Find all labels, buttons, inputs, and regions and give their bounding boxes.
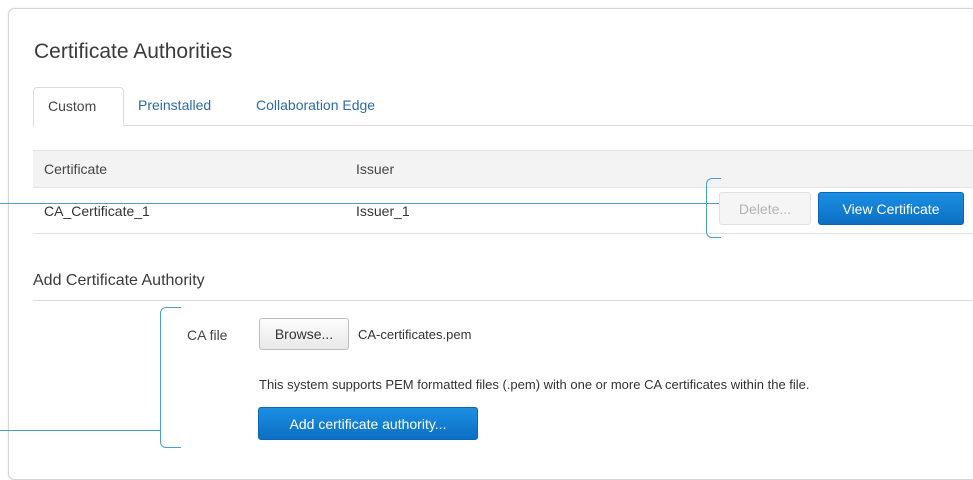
tab-collaboration-edge[interactable]: Collaboration Edge <box>242 87 389 125</box>
column-header-certificate: Certificate <box>44 161 108 177</box>
callout-line-actions <box>0 203 719 204</box>
table-header: Certificate Issuer <box>33 151 973 188</box>
page-title: Certificate Authorities <box>34 40 233 63</box>
delete-button[interactable]: Delete... <box>719 192 811 225</box>
certificate-name-cell: CA_Certificate_1 <box>44 203 150 219</box>
tab-bar: Custom Preinstalled Collaboration Edge <box>33 87 973 127</box>
section-divider <box>33 300 973 301</box>
ca-file-label: CA file <box>187 327 228 343</box>
selected-file-name: CA-certificates.pem <box>358 327 472 342</box>
tab-preinstalled[interactable]: Preinstalled <box>124 87 225 125</box>
add-certificate-authority-button[interactable]: Add certificate authority... <box>258 407 478 440</box>
tab-custom[interactable]: Custom <box>33 87 124 127</box>
pem-help-text: This system supports PEM formatted files… <box>259 377 810 392</box>
add-certificate-authority-heading: Add Certificate Authority <box>33 272 205 289</box>
view-certificate-button[interactable]: View Certificate <box>818 192 964 225</box>
issuer-cell: Issuer_1 <box>356 203 410 219</box>
callout-bracket-actions <box>706 178 721 238</box>
callout-bracket-add <box>160 307 181 448</box>
browse-button[interactable]: Browse... <box>259 318 349 350</box>
content-panel <box>8 8 973 480</box>
column-header-issuer: Issuer <box>356 161 395 177</box>
callout-line-add <box>0 430 161 431</box>
